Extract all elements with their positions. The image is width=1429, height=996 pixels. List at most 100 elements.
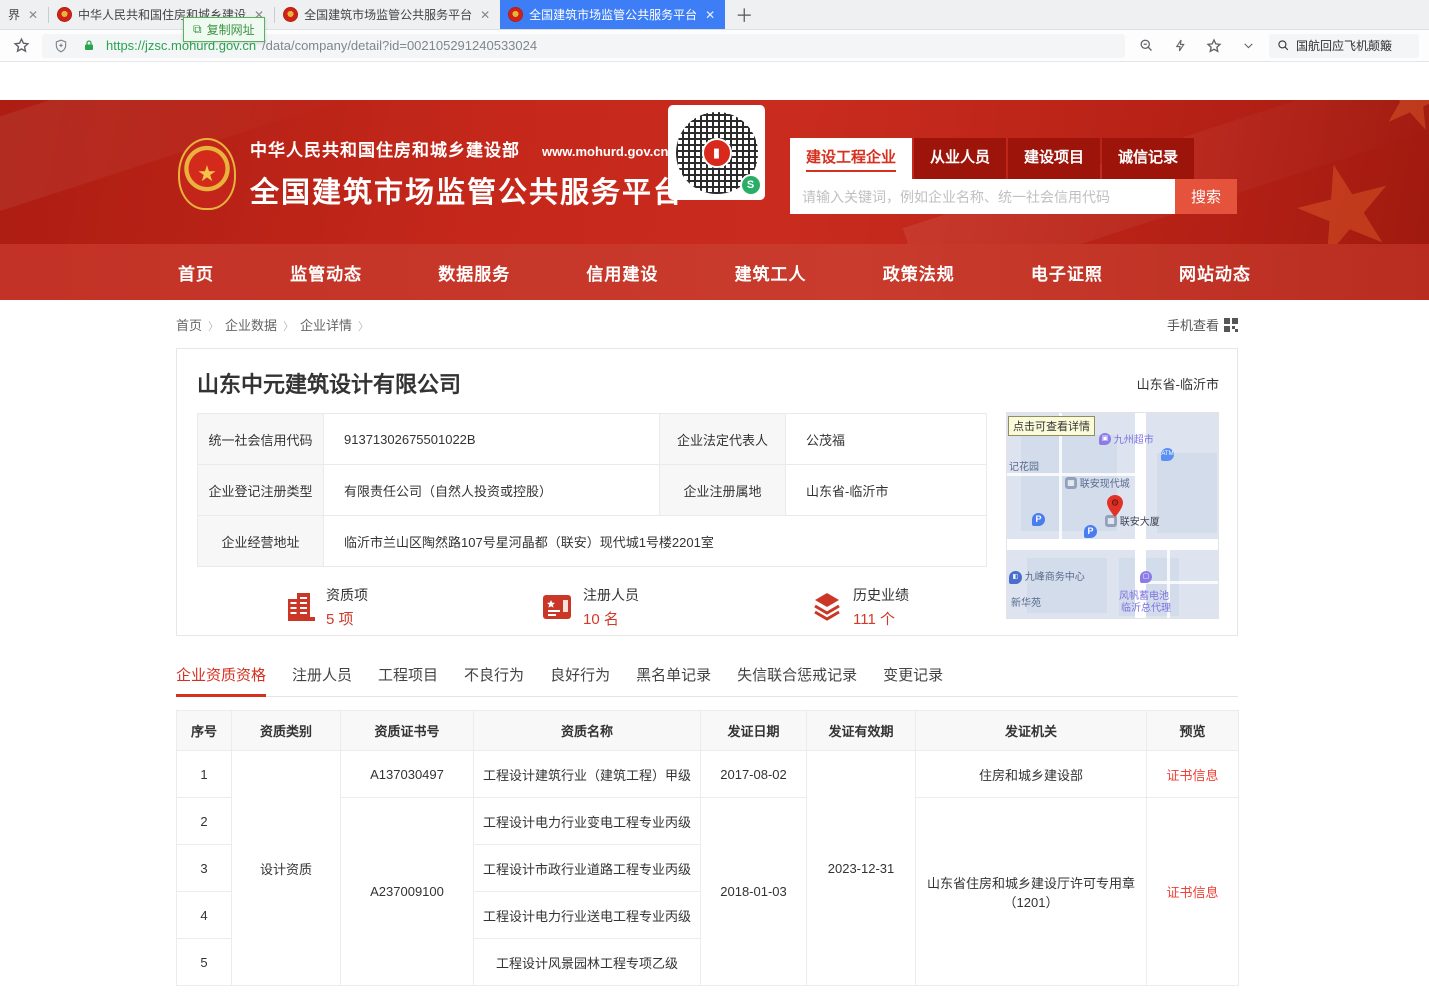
search-tab-label: 建设项目 (1024, 149, 1084, 166)
tab-qualifications[interactable]: 企业资质资格 (176, 664, 266, 696)
nav-item-policy[interactable]: 政策法规 (883, 260, 955, 285)
breadcrumb-home[interactable]: 首页 (176, 318, 202, 333)
search-tab-personnel[interactable]: 从业人员 (914, 138, 1006, 179)
tab-registered-personnel[interactable]: 注册人员 (292, 664, 352, 696)
site-brand: ★ 中华人民共和国住房和城乡建设部 www.mohurd.gov.cn 全国建筑… (178, 136, 684, 211)
nav-item-e-license[interactable]: 电子证照 (1031, 260, 1103, 285)
mobile-view-button[interactable]: 手机查看 (1167, 315, 1238, 334)
tab-close-icon[interactable]: ✕ (478, 8, 492, 22)
map-poi-battery-line2: 临沂总代理 (1121, 599, 1171, 614)
table-header-row: 序号 资质类别 资质证书号 资质名称 发证日期 发证有效期 发证机关 预览 (177, 711, 1239, 751)
keyword-search-input[interactable] (790, 179, 1175, 214)
tab-favicon-icon (57, 7, 72, 22)
chevron-down-icon[interactable] (1237, 35, 1259, 57)
cell-name: 工程设计电力行业送电工程专业丙级 (474, 892, 701, 939)
tab-favicon-icon (283, 7, 298, 22)
search-tab-project[interactable]: 建设项目 (1008, 138, 1100, 179)
tab-dishonesty-records[interactable]: 失信联合惩戒记录 (737, 664, 857, 696)
map-poi-xinhua: 新华苑 (1011, 594, 1041, 609)
site-search-module: 建设工程企业 从业人员 建设项目 诚信记录 搜索 (790, 138, 1237, 214)
browser-tab-strip: 界 ✕ 中华人民共和国住房和城乡建设 ✕ 全国建筑市场监管公共服务平台 ✕ 全国… (0, 0, 1429, 30)
tab-close-icon[interactable]: ✕ (26, 8, 40, 22)
browser-tab-active[interactable]: 全国建筑市场监管公共服务平台 ✕ (500, 0, 725, 29)
certificate-info-link[interactable]: 证书信息 (1166, 768, 1218, 783)
tab-good-behavior[interactable]: 良好行为 (550, 664, 610, 696)
breadcrumb-company-detail[interactable]: 企业详情 (300, 318, 352, 333)
cell-category: 设计资质 (232, 751, 341, 986)
reg-type-value: 有限责任公司（自然人投资或控股） (324, 465, 660, 516)
url-path: /data/company/detail?id=0021052912405330… (262, 38, 537, 53)
search-tab-enterprise[interactable]: 建设工程企业 (790, 138, 912, 179)
new-tab-button[interactable]: ＋ (725, 0, 763, 29)
cell-cert-no: A137030497 (341, 751, 474, 798)
stat-value: 111 个 (853, 608, 909, 629)
site-title: 全国建筑市场监管公共服务平台 (250, 169, 684, 211)
lightning-icon[interactable] (1169, 35, 1191, 57)
wechat-miniprogram-icon: S (740, 174, 762, 196)
stat-label: 注册人员 (583, 585, 639, 605)
reg-region-value: 山东省-临沂市 (786, 465, 987, 516)
ministry-name: 中华人民共和国住房和城乡建设部 (250, 136, 520, 161)
nav-item-home[interactable]: 首页 (178, 260, 214, 285)
col-header-category: 资质类别 (232, 711, 341, 751)
site-banner: ★ ★ ★ 中华人民共和国住房和城乡建设部 www.mohurd.gov.cn … (0, 100, 1429, 244)
info-label: 企业经营地址 (198, 516, 324, 567)
map-poi-garden: 记花园 (1009, 458, 1039, 473)
map-tooltip: 点击可查看详情 (1008, 416, 1095, 436)
zoom-out-icon[interactable] (1135, 35, 1157, 57)
tab-bad-behavior[interactable]: 不良行为 (464, 664, 524, 696)
cell-name: 工程设计市政行业道路工程专业丙级 (474, 845, 701, 892)
favorite-star-icon[interactable] (1203, 35, 1225, 57)
map-parking-icon: P (1032, 513, 1045, 526)
breadcrumb-separator: 〉 (283, 321, 294, 333)
atm-icon: ATM (1161, 448, 1174, 461)
cell-no: 2 (177, 798, 232, 845)
top-white-gap (0, 62, 1429, 100)
breadcrumb-separator: 〉 (208, 321, 219, 333)
shop-icon: ▢ (1140, 571, 1152, 583)
tab-projects[interactable]: 工程项目 (378, 664, 438, 696)
map-road-minor (1146, 581, 1219, 584)
browser-tab-2[interactable]: 全国建筑市场监管公共服务平台 ✕ (275, 0, 500, 29)
col-header-preview: 预览 (1147, 711, 1239, 751)
browser-tab-0[interactable]: 界 ✕ (0, 0, 48, 29)
certificate-info-link[interactable]: 证书信息 (1166, 885, 1218, 900)
main-nav: 首页 监管动态 数据服务 信用建设 建筑工人 政策法规 电子证照 网站动态 (0, 244, 1429, 300)
map-poi-lian-an-city: ▦ 联安现代城 (1065, 475, 1130, 490)
nav-item-credit[interactable]: 信用建设 (586, 260, 658, 285)
browser-search-box[interactable]: 国航回应飞机颠簸 (1269, 34, 1419, 58)
cell-name: 工程设计风景园林工程专项乙级 (474, 939, 701, 986)
col-header-cert-no: 资质证书号 (341, 711, 474, 751)
nav-item-supervision[interactable]: 监管动态 (290, 260, 362, 285)
nav-item-workers[interactable]: 建筑工人 (735, 260, 807, 285)
breadcrumb-company-data[interactable]: 企业数据 (225, 318, 277, 333)
nav-item-data-service[interactable]: 数据服务 (438, 260, 510, 285)
search-button[interactable]: 搜索 (1175, 179, 1237, 214)
bookmark-star-icon[interactable] (10, 35, 32, 57)
nav-item-site-news[interactable]: 网站动态 (1179, 260, 1251, 285)
tab-favicon-icon (508, 7, 523, 22)
search-category-tabs: 建设工程企业 从业人员 建设项目 诚信记录 (790, 138, 1237, 179)
tab-change-records[interactable]: 变更记录 (883, 664, 943, 696)
search-tab-label: 诚信记录 (1118, 149, 1178, 166)
page: 界 ✕ 中华人民共和国住房和城乡建设 ✕ 全国建筑市场监管公共服务平台 ✕ 全国… (0, 0, 1429, 996)
info-label: 企业法定代表人 (660, 414, 786, 465)
tab-close-icon[interactable]: ✕ (703, 8, 717, 22)
cell-issue-date: 2017-08-02 (701, 751, 807, 798)
shield-icon[interactable] (50, 35, 72, 57)
map-road-horizontal (1007, 539, 1219, 550)
company-location-map[interactable]: 点击可查看详情 ▣ 九州超市 ATM 记花园 ▦ 联安现代城 ▦ 联安大厦 P … (1006, 412, 1219, 619)
company-region: 山东省-临沂市 (1137, 374, 1219, 393)
map-pin-icon (1107, 495, 1123, 517)
stat-personnel: 注册人员 10 名 (541, 585, 811, 629)
cell-name: 工程设计建筑行业（建筑工程）甲级 (474, 751, 701, 798)
national-emblem-logo: ★ (178, 138, 236, 210)
detail-tabs: 企业资质资格 注册人员 工程项目 不良行为 良好行为 黑名单记录 失信联合惩戒记… (176, 664, 1238, 697)
breadcrumb-separator: 〉 (358, 321, 369, 333)
search-tab-credit[interactable]: 诚信记录 (1102, 138, 1194, 179)
tab-blacklist[interactable]: 黑名单记录 (636, 664, 711, 696)
cell-no: 1 (177, 751, 232, 798)
id-card-icon (541, 592, 573, 622)
cell-preview: 证书信息 (1147, 798, 1239, 986)
col-header-authority: 发证机关 (916, 711, 1147, 751)
